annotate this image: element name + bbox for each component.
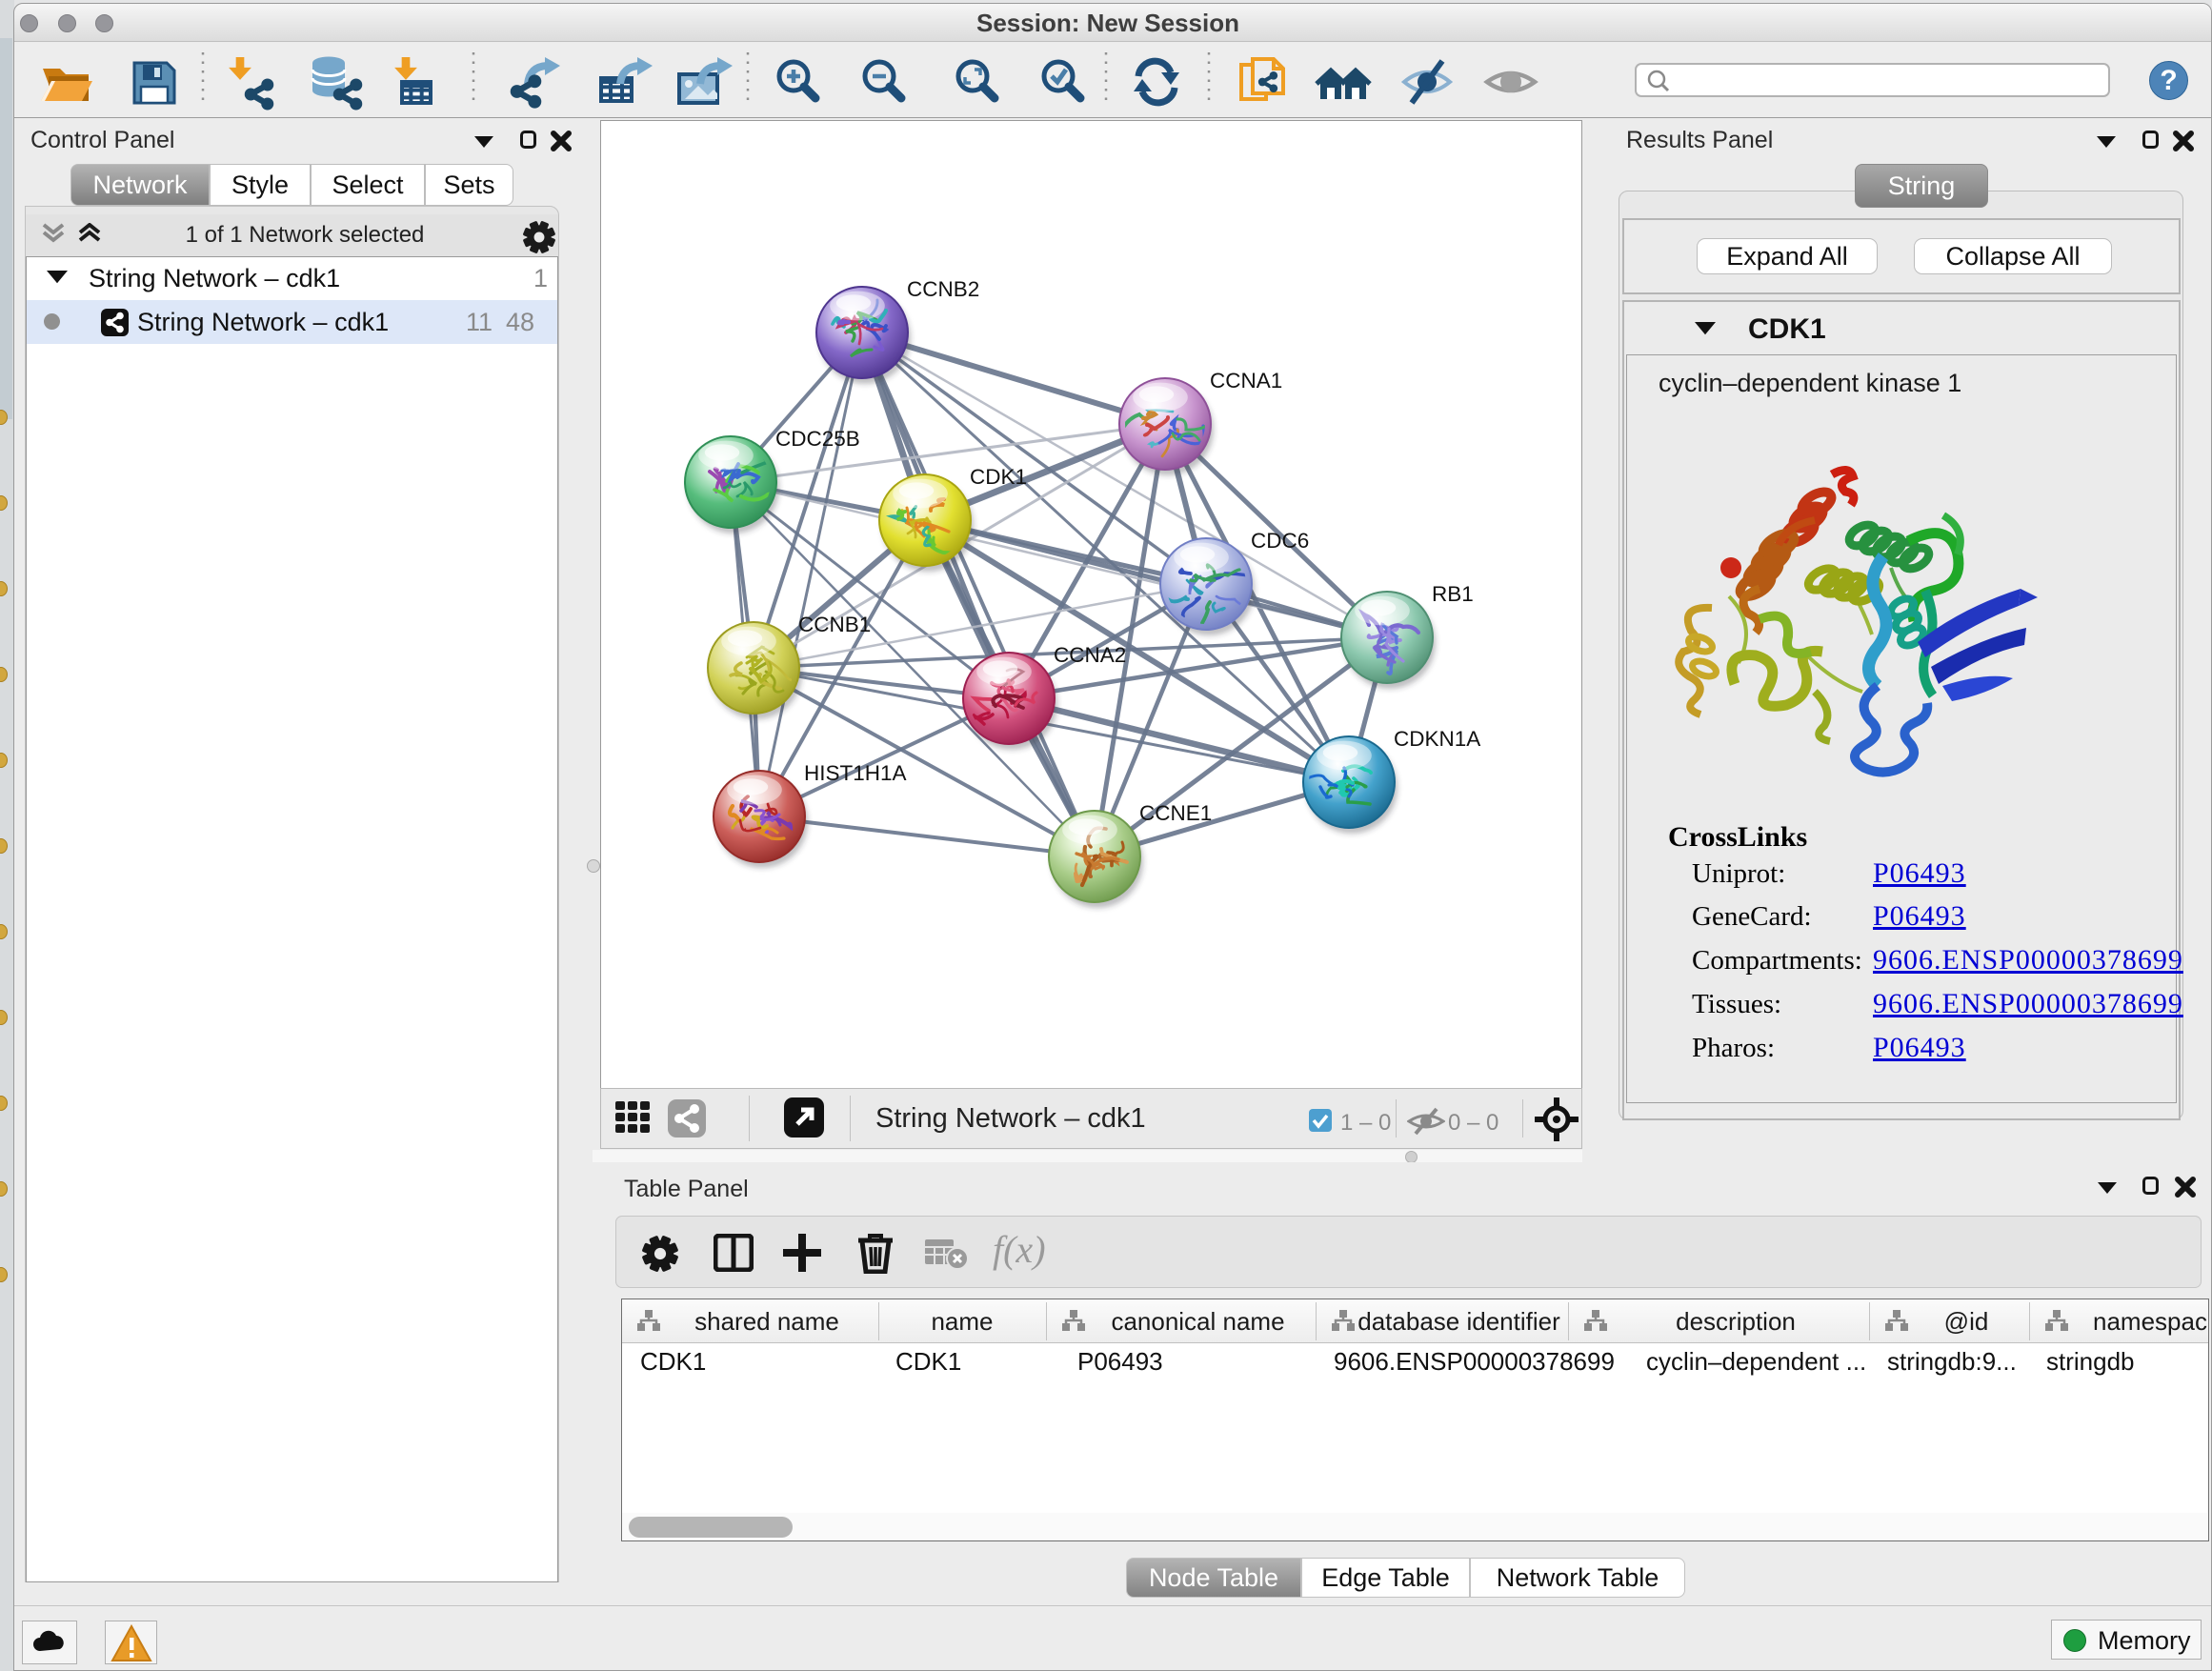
- svg-text:CCNE1: CCNE1: [1139, 801, 1212, 825]
- svg-text:CDK1: CDK1: [970, 465, 1027, 489]
- svg-text:CCNB1: CCNB1: [798, 613, 871, 636]
- svg-text:RB1: RB1: [1432, 582, 1474, 606]
- svg-text:CCNB2: CCNB2: [907, 277, 979, 301]
- svg-text:CCNA1: CCNA1: [1210, 369, 1282, 393]
- svg-text:CDC6: CDC6: [1251, 529, 1309, 553]
- svg-text:CCNA2: CCNA2: [1054, 643, 1126, 667]
- svg-text:CDKN1A: CDKN1A: [1394, 727, 1480, 751]
- svg-text:HIST1H1A: HIST1H1A: [804, 761, 907, 785]
- svg-text:CDC25B: CDC25B: [775, 427, 860, 451]
